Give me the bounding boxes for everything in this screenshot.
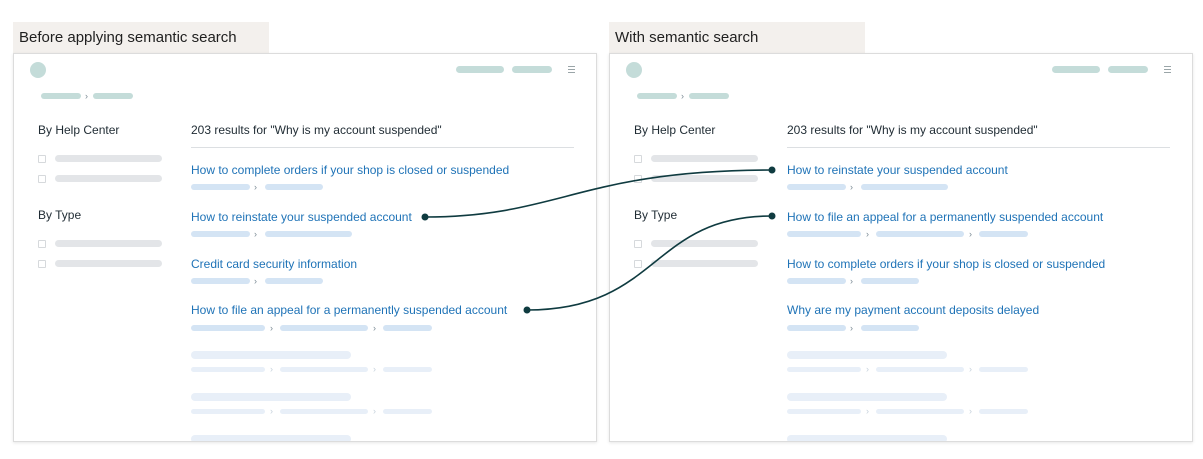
connector-endpoint [768, 212, 776, 220]
connector-reinstate [424, 169, 773, 218]
connector-endpoint [523, 306, 531, 314]
connector-endpoint [768, 166, 776, 174]
connector-endpoint [421, 213, 429, 221]
ranking-connectors [421, 166, 776, 314]
connector-appeal [526, 215, 773, 311]
